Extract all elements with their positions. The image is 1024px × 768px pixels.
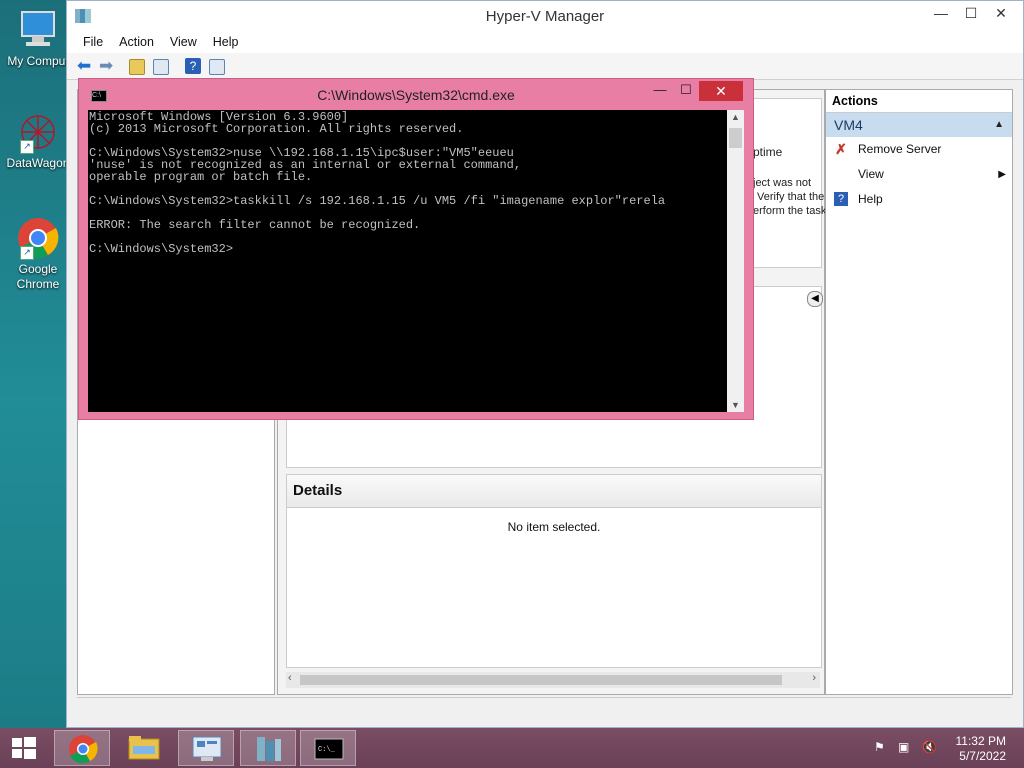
action-center-flag-icon[interactable]: ⚑ bbox=[874, 740, 890, 756]
volume-muted-icon[interactable]: 🔇 bbox=[922, 740, 938, 756]
window-titlebar[interactable]: Hyper-V Manager — ☐ ✕ bbox=[67, 1, 1023, 31]
error-text-fragment: ject was not bbox=[753, 177, 812, 189]
action-pane-icon[interactable] bbox=[209, 59, 225, 75]
maximize-button[interactable]: ☐ bbox=[957, 5, 985, 22]
horizontal-scrollbar[interactable]: ‹ › bbox=[286, 672, 820, 688]
desktop-icon-datawagon[interactable]: ↗ DataWagon bbox=[0, 110, 76, 171]
taskbar-cmd[interactable]: C:\_ bbox=[300, 730, 356, 766]
taskbar-server-manager[interactable] bbox=[178, 730, 234, 766]
window-title: Hyper-V Manager bbox=[485, 8, 605, 25]
actions-header: Actions bbox=[826, 90, 1012, 113]
menu-bar: File Action View Help bbox=[67, 31, 1023, 53]
start-button[interactable] bbox=[0, 730, 48, 766]
clock-date: 5/7/2022 bbox=[959, 749, 1006, 763]
details-message: No item selected. bbox=[507, 520, 601, 534]
desktop-icon-label: Google Chrome bbox=[16, 262, 60, 291]
help-icon[interactable]: ? bbox=[185, 58, 201, 74]
console-output[interactable]: Microsoft Windows [Version 6.3.9600] (c)… bbox=[88, 110, 744, 412]
datawagon-icon: ↗ bbox=[16, 110, 60, 154]
scroll-left-icon[interactable]: ‹ bbox=[288, 672, 292, 684]
toolbar: ⬅ ➡ ? bbox=[67, 53, 1023, 80]
close-button[interactable]: ✕ bbox=[987, 5, 1015, 22]
action-label: View bbox=[858, 167, 884, 181]
desktop-icon-google-chrome[interactable]: ↗ Google Chrome bbox=[0, 216, 76, 292]
menu-action[interactable]: Action bbox=[111, 35, 162, 49]
scroll-down-icon[interactable]: ▼ bbox=[727, 400, 744, 410]
column-header-uptime[interactable]: ptime bbox=[753, 145, 782, 159]
action-remove-server[interactable]: ✗ Remove Server bbox=[826, 137, 1012, 162]
remove-x-icon: ✗ bbox=[835, 141, 847, 157]
menu-file[interactable]: File bbox=[75, 35, 111, 49]
menu-help[interactable]: Help bbox=[205, 35, 247, 49]
scroll-up-icon[interactable]: ▲ bbox=[727, 112, 744, 122]
desktop-icon-label: DataWagon bbox=[6, 156, 70, 170]
help-icon: ? bbox=[834, 192, 848, 206]
scrollbar-thumb[interactable] bbox=[729, 128, 742, 148]
action-help[interactable]: ? Help bbox=[826, 187, 1012, 212]
desktop-icon-my-computer[interactable]: My Comput bbox=[0, 8, 76, 69]
clock-time: 11:32 PM bbox=[955, 734, 1006, 748]
cmd-minimize-button[interactable]: — bbox=[647, 82, 673, 97]
taskbar: C:\_ ⚑ ▣ 🔇 11:32 PM 5/7/2022 bbox=[0, 728, 1024, 768]
actions-group-vm4[interactable]: VM4 ▲ bbox=[826, 113, 1012, 137]
action-label: Help bbox=[858, 192, 883, 206]
taskbar-hyperv-manager[interactable] bbox=[240, 730, 296, 766]
scroll-right-icon[interactable]: › bbox=[812, 672, 816, 684]
error-text-fragment: erform the task bbox=[753, 205, 827, 217]
submenu-arrow-icon: ▶ bbox=[998, 169, 1006, 180]
status-bar bbox=[77, 697, 1011, 720]
scrollbar-thumb[interactable] bbox=[300, 675, 782, 685]
taskbar-chrome[interactable] bbox=[54, 730, 110, 766]
collapse-section-icon[interactable]: ◀ bbox=[807, 291, 823, 307]
up-folder-icon[interactable] bbox=[129, 59, 145, 75]
shortcut-arrow-icon: ↗ bbox=[20, 140, 34, 154]
actions-pane: Actions VM4 ▲ ✗ Remove Server View ▶ ? H… bbox=[825, 89, 1013, 695]
collapse-triangle-icon[interactable]: ▲ bbox=[994, 113, 1004, 137]
svg-text:C:\_: C:\_ bbox=[318, 746, 336, 754]
action-view[interactable]: View ▶ bbox=[826, 162, 1012, 187]
computer-icon bbox=[16, 8, 60, 52]
taskbar-file-explorer[interactable] bbox=[116, 730, 172, 766]
system-clock[interactable]: 11:32 PM 5/7/2022 bbox=[956, 734, 1006, 764]
chrome-icon: ↗ bbox=[16, 216, 60, 260]
cmd-titlebar[interactable]: C:\ C:\Windows\System32\cmd.exe — ☐ ✕ bbox=[79, 79, 753, 109]
menu-view[interactable]: View bbox=[162, 35, 205, 49]
details-section: Details No item selected. bbox=[286, 474, 822, 668]
vertical-scrollbar[interactable]: ▲ ▼ bbox=[727, 110, 744, 412]
actions-group-label: VM4 bbox=[834, 117, 863, 133]
cmd-window: C:\ C:\Windows\System32\cmd.exe — ☐ ✕ Mi… bbox=[78, 78, 754, 420]
cmd-close-button[interactable]: ✕ bbox=[699, 81, 743, 101]
minimize-button[interactable]: — bbox=[927, 5, 955, 21]
shortcut-arrow-icon: ↗ bbox=[20, 246, 34, 260]
error-text-fragment: Verify that the bbox=[757, 191, 825, 203]
back-arrow-icon[interactable]: ⬅ bbox=[77, 57, 95, 75]
network-icon[interactable]: ▣ bbox=[898, 740, 914, 756]
details-header: Details bbox=[287, 475, 821, 508]
action-label: Remove Server bbox=[858, 142, 942, 156]
show-hide-tree-icon[interactable] bbox=[153, 59, 169, 75]
desktop-icon-label: My Comput bbox=[7, 54, 69, 68]
console-text: Microsoft Windows [Version 6.3.9600] (c)… bbox=[89, 110, 666, 256]
cmd-maximize-button[interactable]: ☐ bbox=[673, 82, 699, 98]
forward-arrow-icon[interactable]: ➡ bbox=[99, 57, 117, 75]
